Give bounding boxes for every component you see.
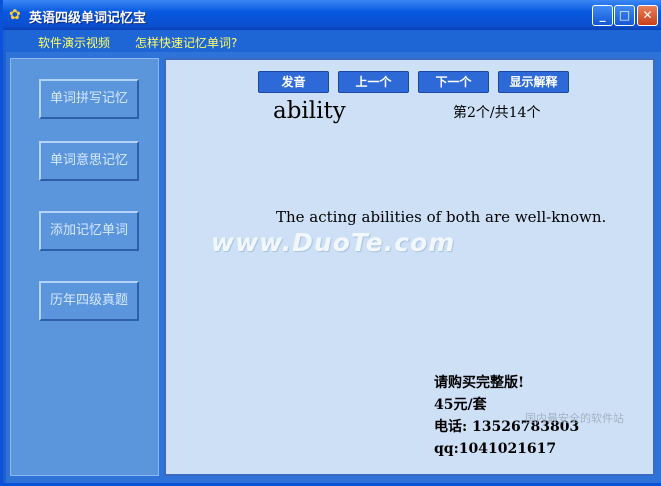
- menu-bar: 软件演示视频 怎样快速记忆单词?: [6, 30, 661, 52]
- minimize-button[interactable]: _: [592, 5, 613, 26]
- window-title: 英语四级单词记忆宝: [29, 11, 147, 26]
- sidebar: 单词拼写记忆 单词意思记忆 添加记忆单词 历年四级真题: [10, 58, 159, 476]
- word-counter: 第2个/共14个: [453, 105, 541, 121]
- add-word-button[interactable]: 添加记忆单词: [39, 211, 139, 251]
- title-bar[interactable]: ✿ 英语四级单词记忆宝 _ □ ✕: [3, 0, 661, 30]
- app-icon: ✿: [9, 7, 21, 23]
- current-word: ability: [273, 98, 346, 124]
- app-window: ✿ 英语四级单词记忆宝 _ □ ✕ 软件演示视频 怎样快速记忆单词? 单词拼写记…: [0, 0, 661, 486]
- example-sentence: The acting abilities of both are well-kn…: [276, 208, 607, 226]
- site-watermark: www.DuoTe.com: [211, 228, 456, 257]
- menu-item-how-to-memorize[interactable]: 怎样快速记忆单词?: [135, 34, 237, 51]
- next-button[interactable]: 下一个: [418, 71, 489, 93]
- spelling-memory-button[interactable]: 单词拼写记忆: [39, 79, 139, 119]
- prev-button[interactable]: 上一个: [338, 71, 409, 93]
- meaning-memory-button[interactable]: 单词意思记忆: [39, 141, 139, 181]
- corner-watermark: 国内最安全的软件站: [525, 412, 624, 425]
- close-button[interactable]: ✕: [637, 5, 658, 26]
- maximize-button[interactable]: □: [614, 5, 635, 26]
- menu-item-demo-video[interactable]: 软件演示视频: [38, 34, 110, 51]
- show-meaning-button[interactable]: 显示解释: [498, 71, 569, 93]
- promo-line-buy: 请购买完整版!: [434, 375, 525, 391]
- pronounce-button[interactable]: 发音: [258, 71, 329, 93]
- promo-line-qq: qq:1041021617: [434, 441, 557, 457]
- past-exams-button[interactable]: 历年四级真题: [39, 281, 139, 321]
